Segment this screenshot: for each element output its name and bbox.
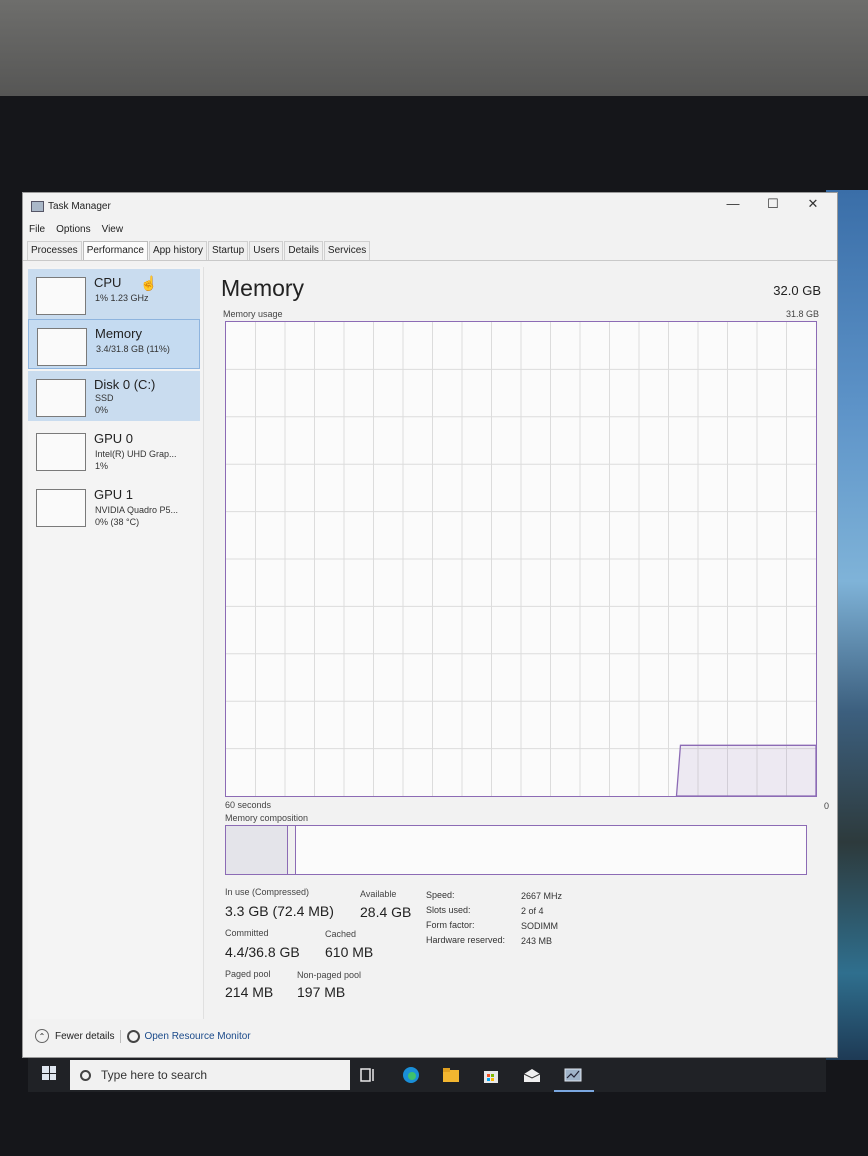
sidebar-item-title: Disk 0 (C:) — [94, 377, 156, 392]
disk-thumbnail — [36, 379, 86, 417]
search-icon — [80, 1069, 91, 1081]
page-title: Memory — [221, 275, 305, 301]
sidebar-item-gpu0[interactable]: GPU 0 Intel(R) UHD Grap... 1% — [28, 425, 200, 475]
sidebar-item-memory[interactable]: Memory 3.4/31.8 GB (11%) — [28, 319, 200, 369]
cached-label: Cached — [325, 929, 357, 939]
resource-monitor-icon — [127, 1029, 141, 1043]
available-label: Available — [360, 889, 397, 899]
chart-zero-label: 0 — [823, 801, 829, 811]
store-icon[interactable] — [482, 1066, 500, 1084]
sidebar-item-title: GPU 1 — [94, 487, 134, 502]
time-span-label: 60 seconds — [225, 800, 272, 810]
windows-start-icon[interactable] — [42, 1066, 56, 1080]
memory-usage-max: 31.8 GB — [785, 309, 819, 319]
cached-value: 610 MB — [325, 944, 374, 960]
tab-services[interactable]: Services — [323, 241, 371, 260]
available-value: 28.4 GB — [360, 904, 412, 920]
cpu-thumbnail — [36, 277, 86, 315]
window-title: Task Manager — [48, 200, 111, 212]
composition-modified — [288, 826, 296, 874]
menu-view[interactable]: View — [102, 224, 124, 235]
task-manager-window: Task Manager — ☐ ✕ File Options View Pro… — [22, 192, 838, 1058]
chart-grid — [226, 322, 816, 796]
taskbar: Type here to search — [28, 1058, 826, 1092]
file-explorer-icon[interactable] — [442, 1066, 460, 1084]
tab-app-history[interactable]: App history — [148, 241, 207, 260]
maximize-button[interactable]: ☐ — [753, 193, 793, 215]
task-view-icon[interactable] — [360, 1066, 378, 1084]
open-resource-monitor-link[interactable]: Open Resource Monitor — [144, 1031, 250, 1042]
hardware-reserved-label: Hardware reserved: — [426, 935, 506, 945]
performance-sidebar: CPU 1% 1.23 GHz ☝ Memory 3.4/31.8 GB (11… — [28, 267, 204, 1019]
sidebar-item-title: GPU 0 — [94, 431, 134, 446]
tab-startup[interactable]: Startup — [207, 241, 249, 260]
sidebar-item-title: Memory — [95, 326, 142, 341]
sidebar-item-gpu1[interactable]: GPU 1 NVIDIA Quadro P5... 0% (38 °C) — [28, 481, 200, 531]
task-manager-icon — [31, 200, 44, 212]
committed-value: 4.4/36.8 GB — [225, 944, 300, 960]
tab-details[interactable]: Details — [284, 241, 323, 260]
paged-pool-label: Paged pool — [225, 969, 271, 979]
fewer-details-link[interactable]: Fewer details — [55, 1031, 114, 1042]
menu-file[interactable]: File — [29, 224, 45, 235]
speed-label: Speed: — [426, 890, 455, 900]
sidebar-item-detail: 3.4/31.8 GB (11%) — [96, 344, 170, 354]
memory-usage-series — [675, 744, 816, 796]
sidebar-item-detail: NVIDIA Quadro P5... — [95, 505, 179, 515]
in-use-label: In use (Compressed) — [225, 887, 310, 897]
slots-used-label: Slots used: — [426, 905, 471, 915]
form-factor-label: Form factor: — [426, 920, 475, 930]
composition-in-use — [226, 826, 288, 874]
committed-label: Committed — [225, 928, 269, 938]
minimize-button[interactable]: — — [713, 193, 753, 215]
chevron-up-icon[interactable]: ⌃ — [35, 1029, 49, 1043]
sidebar-item-cpu[interactable]: CPU 1% 1.23 GHz ☝ — [28, 269, 200, 319]
sidebar-item-disk[interactable]: Disk 0 (C:) SSD 0% — [28, 371, 200, 421]
memory-usage-chart — [225, 321, 817, 797]
memory-composition-bar — [225, 825, 807, 875]
background-wall — [0, 0, 868, 96]
sidebar-item-detail: 0% — [95, 405, 109, 415]
tab-users[interactable]: Users — [249, 241, 284, 260]
paged-pool-value: 214 MB — [225, 984, 274, 1000]
sidebar-item-title: CPU — [94, 275, 122, 290]
gpu1-thumbnail — [36, 489, 86, 527]
task-manager-taskbar-icon[interactable] — [564, 1066, 582, 1084]
taskbar-search-box[interactable]: Type here to search — [70, 1060, 350, 1090]
mail-icon[interactable] — [523, 1066, 541, 1084]
gpu0-thumbnail — [36, 433, 86, 471]
tab-bar: Processes Performance App history Startu… — [23, 239, 837, 261]
memory-thumbnail — [37, 328, 87, 366]
tab-processes[interactable]: Processes — [27, 241, 82, 260]
non-paged-pool-value: 197 MB — [297, 984, 346, 1000]
total-memory: 32.0 GB — [773, 283, 821, 298]
speed-value: 2667 MHz — [521, 891, 563, 901]
memory-composition-label: Memory composition — [225, 813, 309, 823]
hand-cursor-icon: ☝ — [140, 275, 158, 291]
memory-panel: Memory 32.0 GB Memory usage 31.8 GB 60 s… — [219, 267, 829, 1019]
sidebar-item-detail: SSD — [95, 393, 114, 403]
menu-bar: File Options View — [23, 219, 837, 239]
menu-options[interactable]: Options — [56, 224, 90, 235]
active-app-indicator — [554, 1090, 594, 1092]
tab-performance[interactable]: Performance — [82, 241, 148, 260]
form-factor-value: SODIMM — [521, 921, 558, 931]
sidebar-item-detail: Intel(R) UHD Grap... — [95, 449, 177, 459]
title-bar[interactable]: Task Manager — ☐ ✕ — [23, 193, 837, 219]
window-footer: ⌃ Fewer details Open Resource Monitor — [35, 1029, 251, 1043]
memory-usage-label: Memory usage — [223, 309, 283, 319]
sidebar-item-detail: 1% 1.23 GHz — [95, 293, 149, 303]
close-button[interactable]: ✕ — [793, 193, 833, 215]
hardware-reserved-value: 243 MB — [521, 936, 553, 946]
search-placeholder: Type here to search — [101, 1068, 208, 1082]
footer-divider — [120, 1029, 122, 1043]
non-paged-pool-label: Non-paged pool — [297, 970, 362, 980]
in-use-value: 3.3 GB (72.4 MB) — [225, 903, 334, 919]
sidebar-item-detail: 0% (38 °C) — [95, 517, 140, 527]
sidebar-item-detail: 1% — [95, 461, 109, 471]
slots-used-value: 2 of 4 — [521, 906, 544, 916]
edge-browser-icon[interactable] — [402, 1066, 420, 1084]
